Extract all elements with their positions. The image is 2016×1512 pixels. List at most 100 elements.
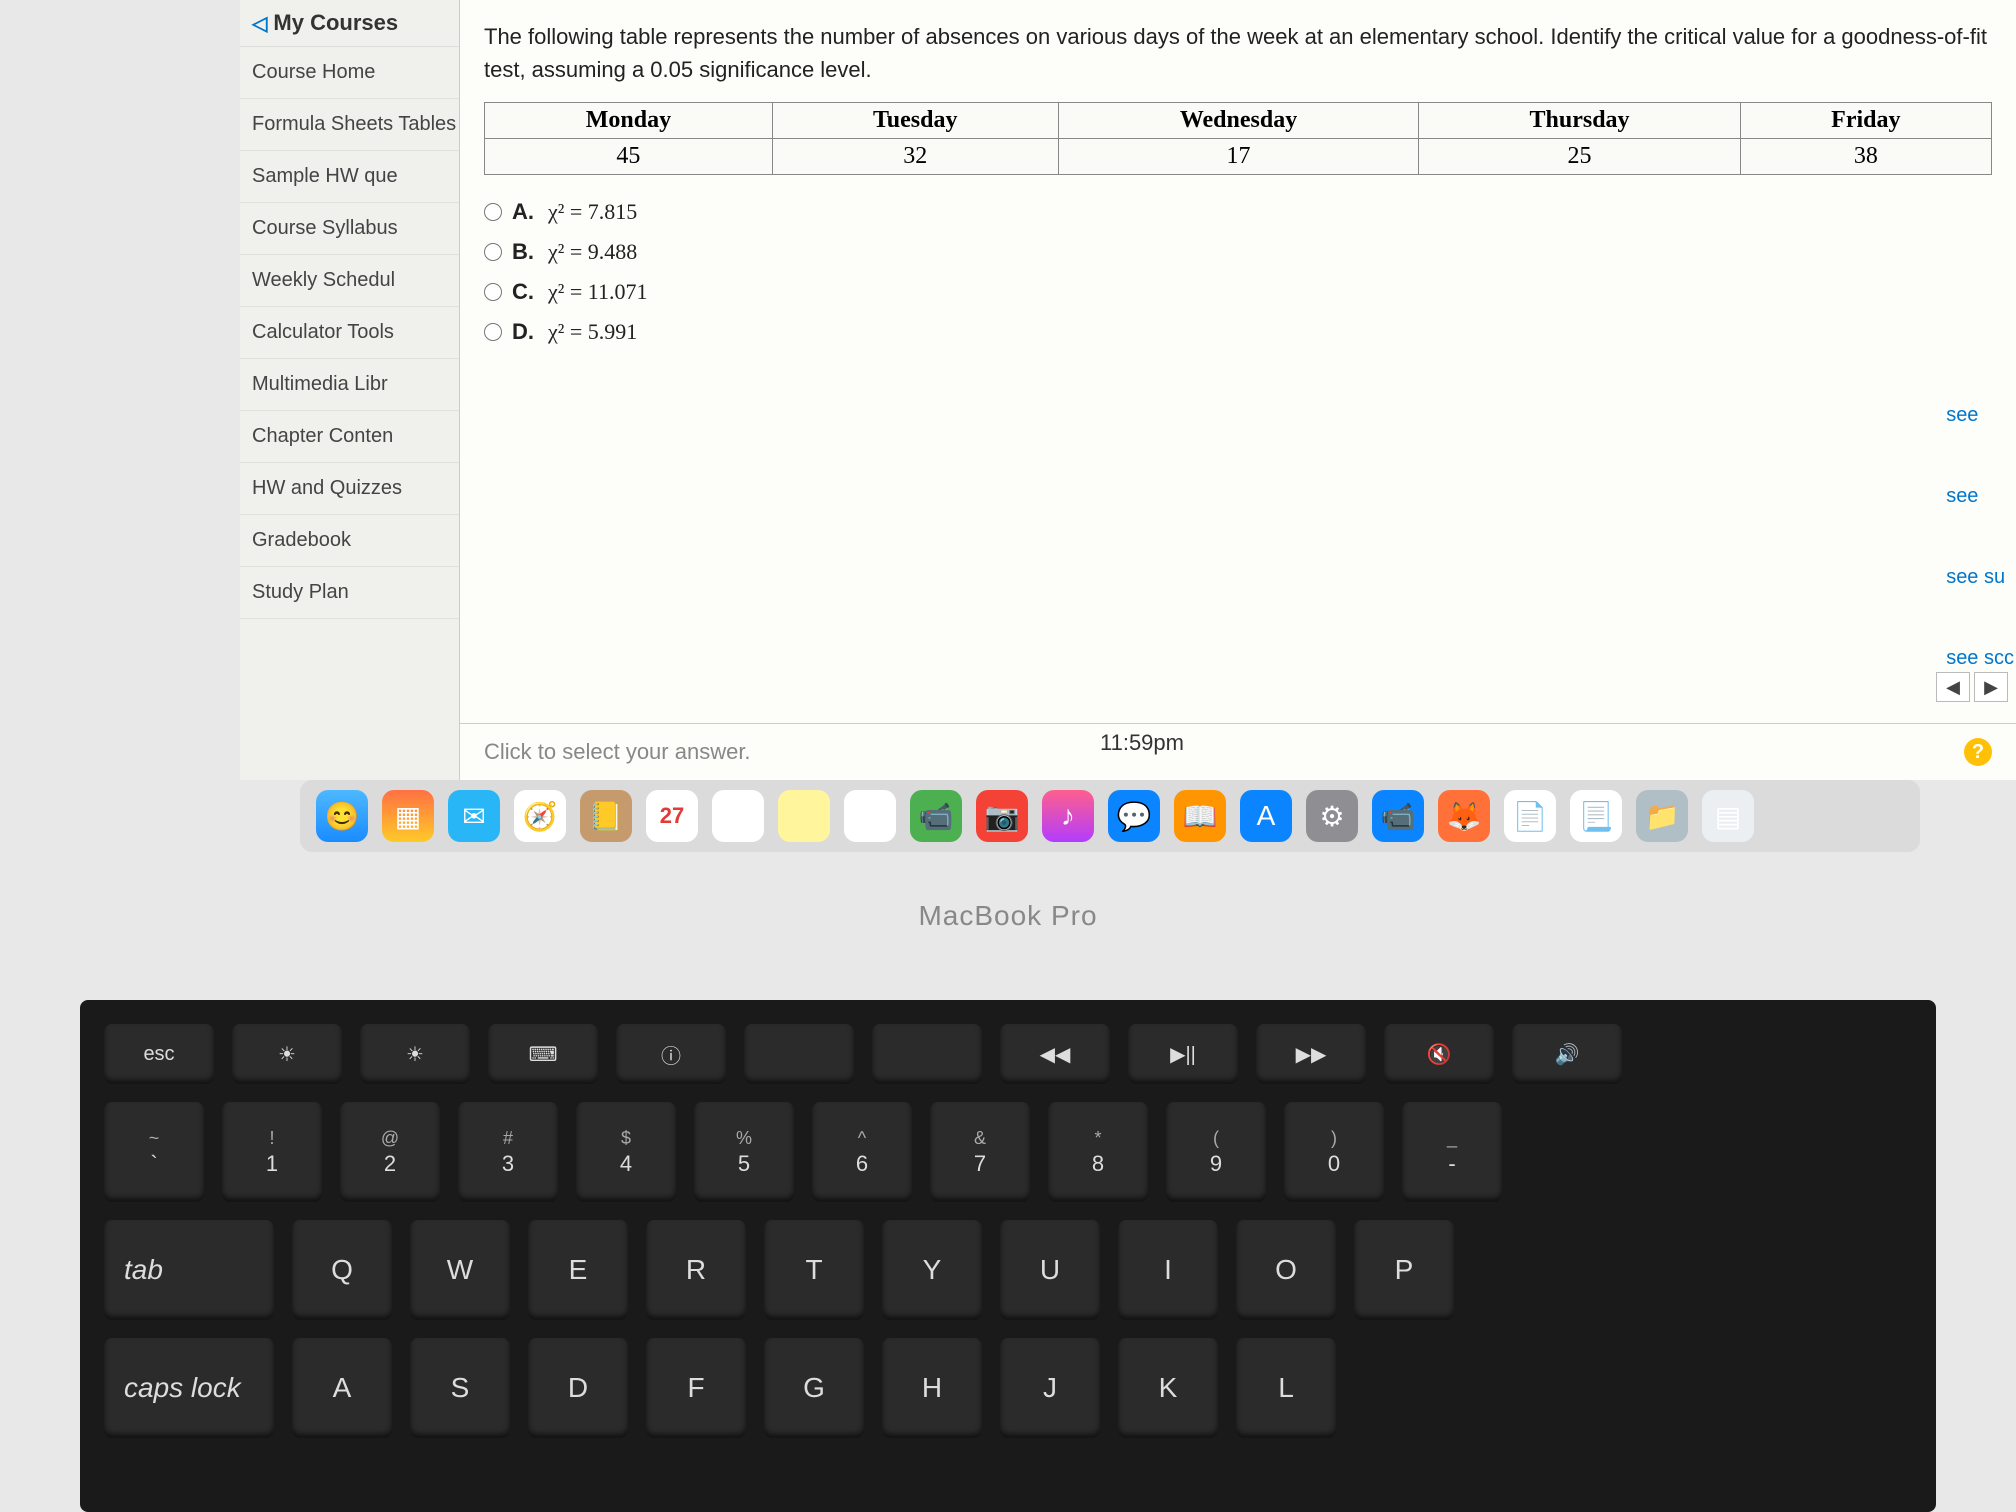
photos-icon[interactable]: ✿ bbox=[712, 790, 764, 842]
calendar-icon[interactable]: 27 bbox=[646, 790, 698, 842]
option-expression: χ² = 5.991 bbox=[548, 319, 637, 345]
table-cell: 38 bbox=[1740, 139, 1991, 175]
key-🔊: 🔊 bbox=[1512, 1024, 1622, 1084]
table-header: Friday bbox=[1740, 103, 1991, 139]
option-expression: χ² = 9.488 bbox=[548, 239, 637, 265]
launchpad-icon[interactable]: ▦ bbox=[382, 790, 434, 842]
zoom-icon[interactable]: 📹 bbox=[1372, 790, 1424, 842]
sidebar-item-chapter-contents[interactable]: Chapter Conten bbox=[240, 411, 459, 463]
option-c-radio[interactable] bbox=[484, 283, 502, 301]
app-icon[interactable]: ▤ bbox=[1702, 790, 1754, 842]
textedit-icon[interactable]: 📄 bbox=[1504, 790, 1556, 842]
sidebar-item-calculator-tools[interactable]: Calculator Tools bbox=[240, 307, 459, 359]
contacts-icon[interactable]: 📒 bbox=[580, 790, 632, 842]
key-f: F bbox=[646, 1338, 746, 1438]
edge-link[interactable]: see bbox=[1944, 481, 2016, 512]
sidebar-header[interactable]: ◁ My Courses bbox=[240, 0, 459, 47]
table-cell: 45 bbox=[485, 139, 773, 175]
prev-question-button[interactable]: ◀ bbox=[1936, 672, 1970, 702]
option-a-radio[interactable] bbox=[484, 203, 502, 221]
key-r: R bbox=[646, 1220, 746, 1320]
help-icon[interactable]: ? bbox=[1964, 738, 1992, 766]
key-☀: ☀ bbox=[360, 1024, 470, 1084]
photobooth-icon[interactable]: 📷 bbox=[976, 790, 1028, 842]
key-`: ~` bbox=[104, 1102, 204, 1202]
key-◀◀: ◀◀ bbox=[1000, 1024, 1110, 1084]
laptop-brand: MacBook Pro bbox=[0, 900, 2016, 932]
sidebar-item-sample-hw[interactable]: Sample HW que bbox=[240, 151, 459, 203]
sidebar-item-formula-sheets[interactable]: Formula Sheets Tables bbox=[240, 99, 459, 151]
music-icon[interactable]: ♪ bbox=[1042, 790, 1094, 842]
key-▶||: ▶|| bbox=[1128, 1024, 1238, 1084]
question-nav: ◀ ▶ bbox=[1936, 672, 2008, 702]
key--: _- bbox=[1402, 1102, 1502, 1202]
edge-link[interactable]: see scc bbox=[1944, 643, 2016, 674]
books-icon[interactable]: 📖 bbox=[1174, 790, 1226, 842]
messages-icon[interactable]: 💬 bbox=[1108, 790, 1160, 842]
table-cell: 17 bbox=[1058, 139, 1419, 175]
main-content: The following table represents the numbe… bbox=[460, 0, 2016, 780]
edge-link[interactable]: see bbox=[1944, 400, 2016, 431]
mail-icon[interactable]: ✉ bbox=[448, 790, 500, 842]
sidebar-item-course-home[interactable]: Course Home bbox=[240, 47, 459, 99]
key-1: !1 bbox=[222, 1102, 322, 1202]
finder-icon[interactable]: 😊 bbox=[316, 790, 368, 842]
next-question-button[interactable]: ▶ bbox=[1974, 672, 2008, 702]
table-header: Wednesday bbox=[1058, 103, 1419, 139]
option-letter: B. bbox=[512, 239, 534, 265]
keyboard: esc☀☀⌨ⓘ◀◀▶||▶▶🔇🔊 ~`!1@2#3$4%5^6&7*8(9)0_… bbox=[80, 1000, 1936, 1512]
safari-icon[interactable]: 🧭 bbox=[514, 790, 566, 842]
folder-icon[interactable]: 📁 bbox=[1636, 790, 1688, 842]
option-b-radio[interactable] bbox=[484, 243, 502, 261]
key-i: I bbox=[1118, 1220, 1218, 1320]
macos-dock: 😊 ▦ ✉ 🧭 📒 27 ✿ ≡ 📹 📷 ♪ 💬 📖 A ⚙ 📹 🦊 📄 📃 📁… bbox=[300, 780, 1920, 852]
settings-icon[interactable]: ⚙ bbox=[1306, 790, 1358, 842]
sidebar-item-hw-quizzes[interactable]: HW and Quizzes bbox=[240, 463, 459, 515]
key-p: P bbox=[1354, 1220, 1454, 1320]
sidebar-item-gradebook[interactable]: Gradebook bbox=[240, 515, 459, 567]
option-b[interactable]: B. χ² = 9.488 bbox=[484, 239, 1992, 265]
back-arrow-icon[interactable]: ◁ bbox=[252, 11, 267, 36]
sidebar-item-weekly-schedule[interactable]: Weekly Schedul bbox=[240, 255, 459, 307]
edge-link[interactable]: see su bbox=[1944, 562, 2016, 593]
key-t: T bbox=[764, 1220, 864, 1320]
option-d-radio[interactable] bbox=[484, 323, 502, 341]
due-time: 11:59pm bbox=[1100, 730, 1184, 756]
firefox-icon[interactable]: 🦊 bbox=[1438, 790, 1490, 842]
appstore-icon[interactable]: A bbox=[1240, 790, 1292, 842]
key-ⓘ: ⓘ bbox=[616, 1024, 726, 1084]
key-☀: ☀ bbox=[232, 1024, 342, 1084]
option-d[interactable]: D. χ² = 5.991 bbox=[484, 319, 1992, 345]
option-letter: C. bbox=[512, 279, 534, 305]
key-w: W bbox=[410, 1220, 510, 1320]
facetime-icon[interactable]: 📹 bbox=[910, 790, 962, 842]
footer-bar: Click to select your answer. ? bbox=[460, 723, 2016, 780]
key-6: ^6 bbox=[812, 1102, 912, 1202]
notes-icon[interactable] bbox=[778, 790, 830, 842]
answer-options: A. χ² = 7.815 B. χ² = 9.488 C. χ² = 11.0… bbox=[460, 191, 2016, 353]
sidebar-item-course-syllabus[interactable]: Course Syllabus bbox=[240, 203, 459, 255]
key-u: U bbox=[1000, 1220, 1100, 1320]
key-⌨: ⌨ bbox=[488, 1024, 598, 1084]
key-e: E bbox=[528, 1220, 628, 1320]
option-c[interactable]: C. χ² = 11.071 bbox=[484, 279, 1992, 305]
key-d: D bbox=[528, 1338, 628, 1438]
table-header: Monday bbox=[485, 103, 773, 139]
absences-table: Monday Tuesday Wednesday Thursday Friday… bbox=[484, 102, 1992, 175]
sidebar-item-study-plan[interactable]: Study Plan bbox=[240, 567, 459, 619]
key-q: Q bbox=[292, 1220, 392, 1320]
key-tab: tab bbox=[104, 1220, 274, 1320]
key-l: L bbox=[1236, 1338, 1336, 1438]
key-o: O bbox=[1236, 1220, 1336, 1320]
key-esc: esc bbox=[104, 1024, 214, 1084]
option-a[interactable]: A. χ² = 7.815 bbox=[484, 199, 1992, 225]
document-icon[interactable]: 📃 bbox=[1570, 790, 1622, 842]
key-4: $4 bbox=[576, 1102, 676, 1202]
key-2: @2 bbox=[340, 1102, 440, 1202]
key-a: A bbox=[292, 1338, 392, 1438]
reminders-icon[interactable]: ≡ bbox=[844, 790, 896, 842]
key-5: %5 bbox=[694, 1102, 794, 1202]
key-h: H bbox=[882, 1338, 982, 1438]
right-edge-links: see see see su see scc bbox=[1944, 400, 2016, 674]
sidebar-item-multimedia-library[interactable]: Multimedia Libr bbox=[240, 359, 459, 411]
